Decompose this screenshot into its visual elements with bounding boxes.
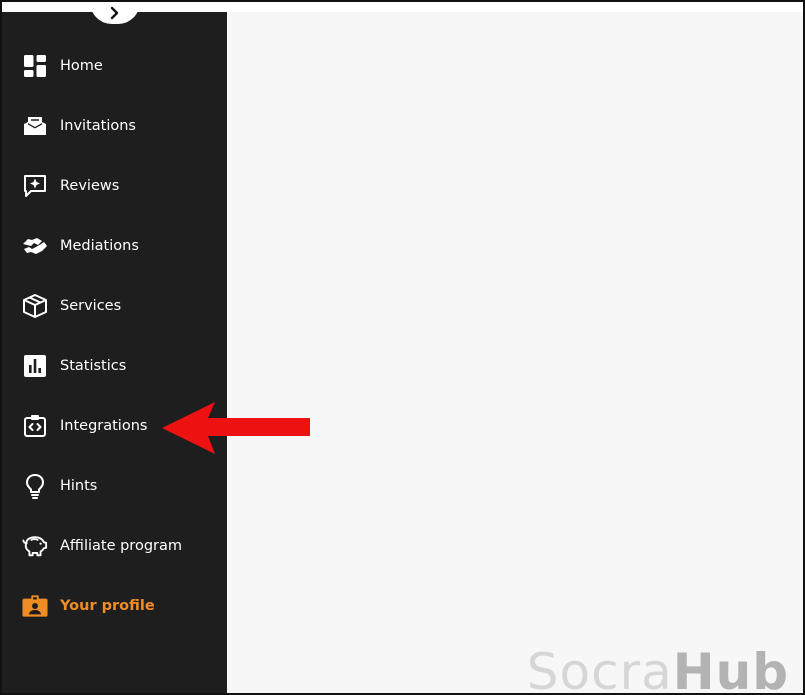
dashboard-grid-icon: [22, 53, 48, 79]
sidebar: Home Invitations Reviews Mediations Serv…: [2, 12, 227, 693]
app-window: Home Invitations Reviews Mediations Serv…: [0, 0, 805, 695]
annotation-arrow: [162, 402, 310, 454]
sidebar-item-label: Services: [60, 298, 122, 314]
sidebar-item-label: Integrations: [60, 418, 148, 434]
sidebar-item-invitations[interactable]: Invitations: [2, 96, 227, 156]
sidebar-item-label: Mediations: [60, 238, 139, 254]
watermark-part1: Socra: [526, 643, 673, 695]
watermark-logo: SocraHub: [527, 647, 789, 693]
sidebar-item-label: Your profile: [60, 598, 155, 614]
sidebar-item-hints[interactable]: Hints: [2, 456, 227, 516]
sidebar-item-home[interactable]: Home: [2, 36, 227, 96]
sidebar-item-label: Reviews: [60, 178, 120, 194]
sidebar-item-label: Affiliate program: [60, 538, 182, 554]
envelope-tray-icon: [22, 113, 48, 139]
lightbulb-icon: [22, 473, 48, 499]
id-badge-icon: [22, 593, 48, 619]
chevron-right-icon: [109, 6, 121, 20]
sidebar-nav: Home Invitations Reviews Mediations Serv…: [2, 36, 227, 636]
sidebar-item-label: Home: [60, 58, 103, 74]
watermark-part2: Hub: [672, 643, 789, 695]
sidebar-item-label: Hints: [60, 478, 98, 494]
sidebar-item-your-profile[interactable]: Your profile: [2, 576, 227, 636]
box-icon: [22, 293, 48, 319]
sidebar-item-affiliate-program[interactable]: Affiliate program: [2, 516, 227, 576]
sidebar-item-statistics[interactable]: Statistics: [2, 336, 227, 396]
sparkle-chat-icon: [22, 173, 48, 199]
handshake-icon: [22, 233, 48, 259]
sidebar-item-label: Statistics: [60, 358, 127, 374]
code-clipboard-icon: [22, 413, 48, 439]
main-content: [227, 12, 803, 693]
sidebar-item-services[interactable]: Services: [2, 276, 227, 336]
sidebar-item-mediations[interactable]: Mediations: [2, 216, 227, 276]
piggy-bank-icon: [22, 533, 48, 559]
bar-chart-icon: [22, 353, 48, 379]
sidebar-item-reviews[interactable]: Reviews: [2, 156, 227, 216]
sidebar-item-label: Invitations: [60, 118, 136, 134]
